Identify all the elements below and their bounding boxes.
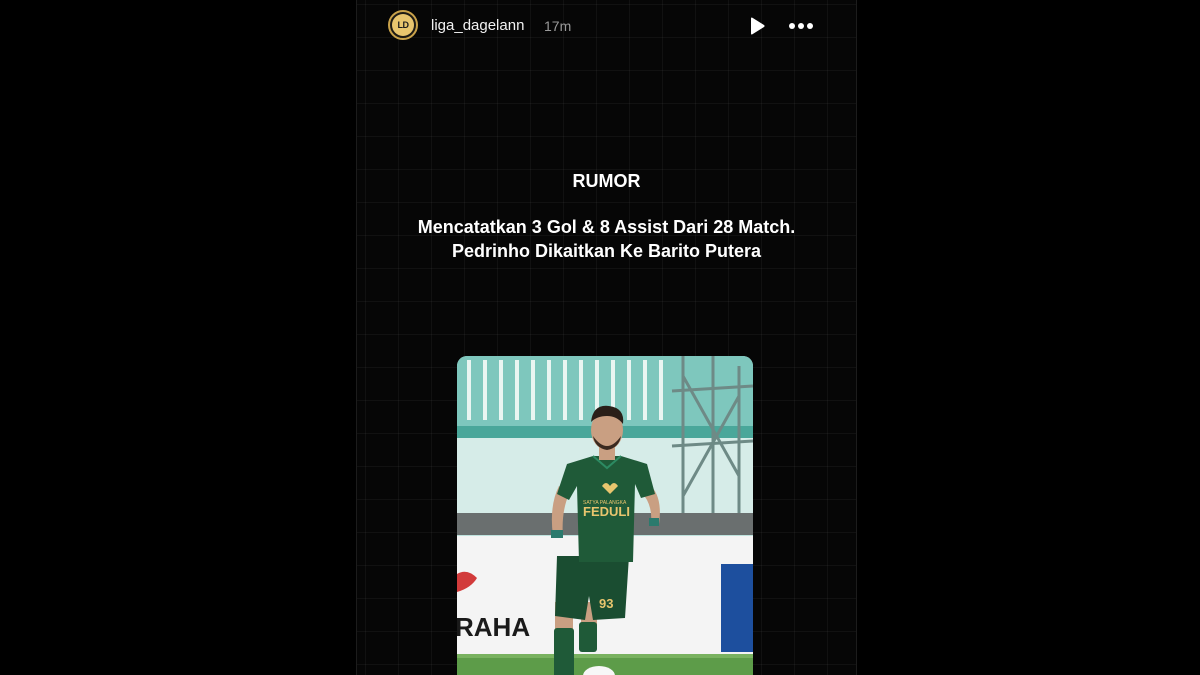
more-options-button[interactable]: [787, 15, 817, 37]
play-icon: [751, 17, 765, 35]
story-viewer[interactable]: LD liga_dagelann 17m RUMOR Mencatatkan 3…: [356, 0, 857, 675]
timestamp: 17m: [544, 18, 572, 34]
play-button[interactable]: [747, 15, 767, 37]
headline-line-1: Mencatatkan 3 Gol & 8 Assist Dari 28 Mat…: [417, 217, 796, 237]
player-photo-illustration: RAHA 93 SATYA PALANGKA FEDULI: [457, 356, 753, 675]
shorts-number: 93: [599, 596, 613, 611]
rumor-tag: RUMOR: [572, 171, 641, 191]
board-text: RAHA: [457, 612, 530, 642]
jersey-text: FEDULI: [583, 504, 630, 519]
headline-line-2: Pedrinho Dikaitkan Ke Barito Putera: [451, 241, 762, 261]
avatar-logo: LD: [392, 14, 414, 36]
player-photo: RAHA 93 SATYA PALANGKA FEDULI: [457, 356, 753, 675]
username[interactable]: liga_dagelann: [431, 17, 524, 34]
avatar[interactable]: LD: [388, 10, 418, 40]
more-horizontal-icon: [789, 23, 813, 29]
story-header: LD liga_dagelann 17m: [357, 0, 856, 52]
